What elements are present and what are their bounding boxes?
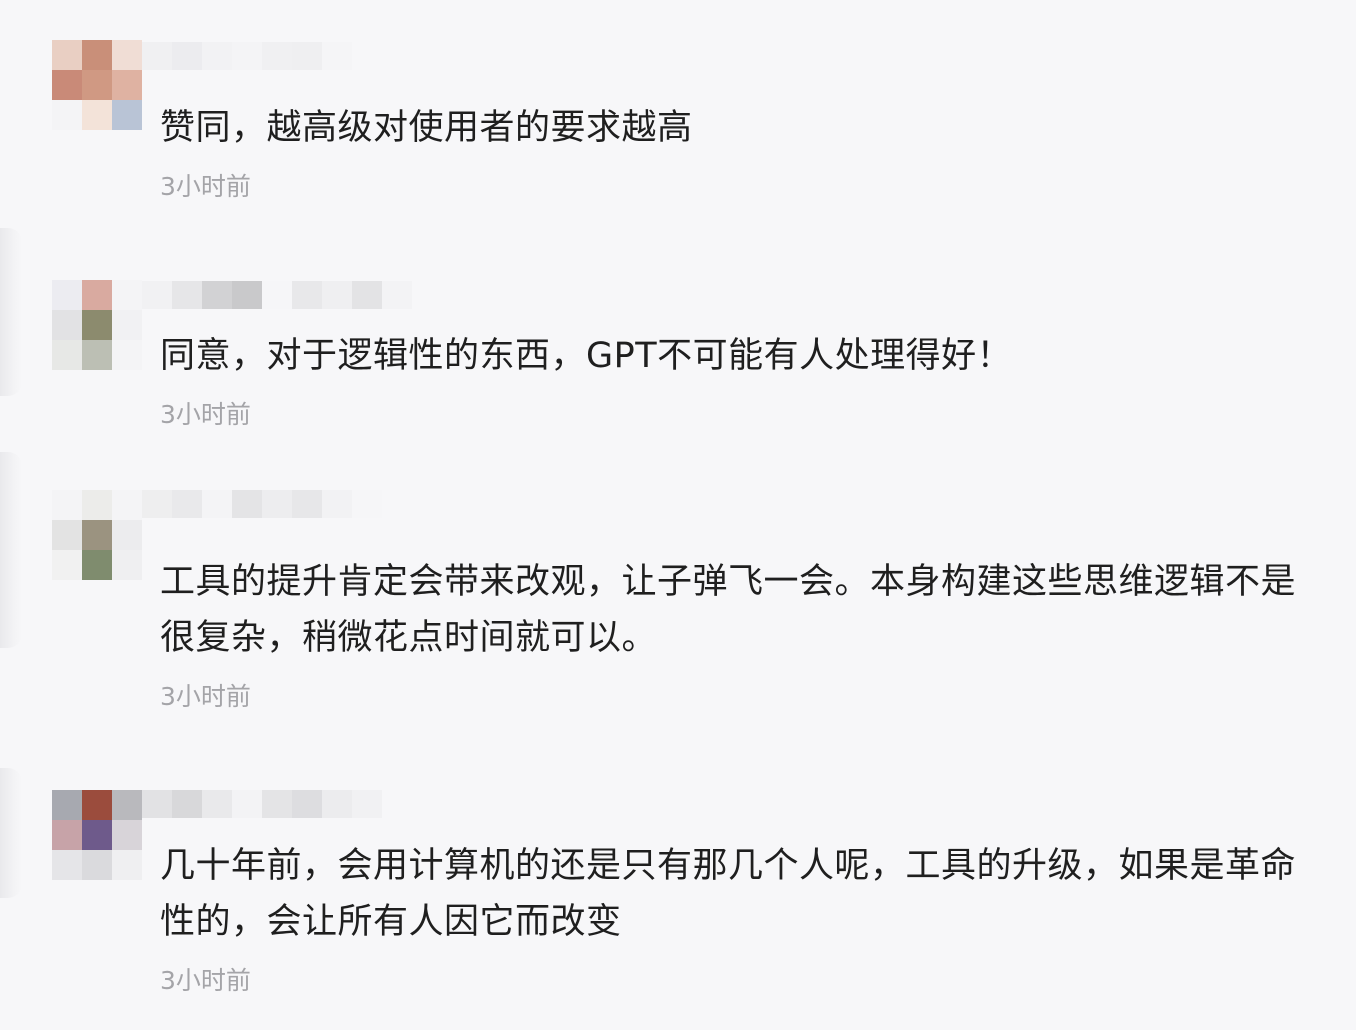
username-blurred[interactable] <box>142 490 382 518</box>
comment-text: 几十年前，会用计算机的还是只有那几个人呢，工具的升级，如果是革命性的，会让所有人… <box>160 846 1297 942</box>
mosaic-pixel <box>292 790 322 818</box>
mosaic-pixel <box>172 490 202 518</box>
mosaic-pixel <box>262 490 292 518</box>
mosaic-pixel <box>52 280 82 310</box>
mosaic-pixel <box>82 340 112 370</box>
mosaic-pixel <box>112 310 142 340</box>
mosaic-pixel <box>82 820 112 850</box>
mosaic-pixel <box>202 42 232 70</box>
avatar[interactable] <box>52 490 142 580</box>
mosaic-pixel <box>112 790 142 820</box>
avatar[interactable] <box>52 280 142 370</box>
mosaic-pixel <box>112 850 142 880</box>
mosaic-pixel <box>352 490 382 518</box>
mosaic-pixel <box>112 820 142 850</box>
mosaic-pixel <box>262 281 292 309</box>
comment-timestamp: 3小时前 <box>160 682 251 711</box>
mosaic-pixel <box>82 100 112 130</box>
mosaic-pixel <box>292 490 322 518</box>
comment-feed: 赞同，越高级对使用者的要求越高 3小时前 同意，对于逻辑性的东西，GPT不可能有… <box>0 0 1356 1030</box>
mosaic-pixel <box>292 42 322 70</box>
username-blurred[interactable] <box>142 42 352 70</box>
mosaic-pixel <box>52 850 82 880</box>
comment-text: 工具的提升肯定会带来改观，让子弹飞一会。本身构建这些思维逻辑不是很复杂，稍微花点… <box>160 562 1297 658</box>
scroll-edge-shadow <box>0 228 22 396</box>
mosaic-pixel <box>82 790 112 820</box>
avatar[interactable] <box>52 790 142 880</box>
mosaic-pixel <box>52 550 82 580</box>
mosaic-pixel <box>112 280 142 310</box>
mosaic-pixel <box>82 40 112 70</box>
mosaic-pixel <box>52 310 82 340</box>
mosaic-pixel <box>112 70 142 100</box>
mosaic-pixel <box>232 42 262 70</box>
mosaic-pixel <box>52 40 82 70</box>
mosaic-pixel <box>52 340 82 370</box>
mosaic-pixel <box>82 520 112 550</box>
comment-timestamp: 3小时前 <box>160 400 251 429</box>
mosaic-pixel <box>352 790 382 818</box>
scroll-edge-shadow <box>0 768 22 898</box>
comment-text: 同意，对于逻辑性的东西，GPT不可能有人处理得好！ <box>160 336 1013 376</box>
mosaic-pixel <box>232 281 262 309</box>
mosaic-pixel <box>112 550 142 580</box>
mosaic-pixel <box>82 490 112 520</box>
mosaic-pixel <box>142 42 172 70</box>
mosaic-pixel <box>322 281 352 309</box>
username-blurred[interactable] <box>142 281 412 309</box>
avatar[interactable] <box>52 40 142 130</box>
mosaic-pixel <box>112 340 142 370</box>
mosaic-pixel <box>262 42 292 70</box>
mosaic-pixel <box>382 281 412 309</box>
mosaic-pixel <box>52 490 82 520</box>
mosaic-pixel <box>82 70 112 100</box>
comment-text: 赞同，越高级对使用者的要求越高 <box>160 108 693 148</box>
mosaic-pixel <box>52 820 82 850</box>
comment-timestamp: 3小时前 <box>160 966 251 995</box>
mosaic-pixel <box>202 281 232 309</box>
mosaic-pixel <box>172 790 202 818</box>
comment-timestamp: 3小时前 <box>160 172 251 201</box>
mosaic-pixel <box>232 790 262 818</box>
mosaic-pixel <box>262 790 292 818</box>
mosaic-pixel <box>112 490 142 520</box>
mosaic-pixel <box>142 790 172 818</box>
mosaic-pixel <box>52 520 82 550</box>
mosaic-pixel <box>172 42 202 70</box>
mosaic-pixel <box>322 42 352 70</box>
username-blurred[interactable] <box>142 790 382 818</box>
mosaic-pixel <box>202 790 232 818</box>
mosaic-pixel <box>322 790 352 818</box>
mosaic-pixel <box>292 281 322 309</box>
mosaic-pixel <box>142 281 172 309</box>
mosaic-pixel <box>142 490 172 518</box>
mosaic-pixel <box>82 310 112 340</box>
scroll-edge-shadow <box>0 452 22 648</box>
mosaic-pixel <box>82 850 112 880</box>
mosaic-pixel <box>172 281 202 309</box>
mosaic-pixel <box>112 520 142 550</box>
mosaic-pixel <box>52 100 82 130</box>
mosaic-pixel <box>52 70 82 100</box>
mosaic-pixel <box>322 490 352 518</box>
mosaic-pixel <box>82 550 112 580</box>
mosaic-pixel <box>52 790 82 820</box>
mosaic-pixel <box>232 490 262 518</box>
mosaic-pixel <box>82 280 112 310</box>
mosaic-pixel <box>352 281 382 309</box>
mosaic-pixel <box>202 490 232 518</box>
mosaic-pixel <box>112 40 142 70</box>
mosaic-pixel <box>112 100 142 130</box>
